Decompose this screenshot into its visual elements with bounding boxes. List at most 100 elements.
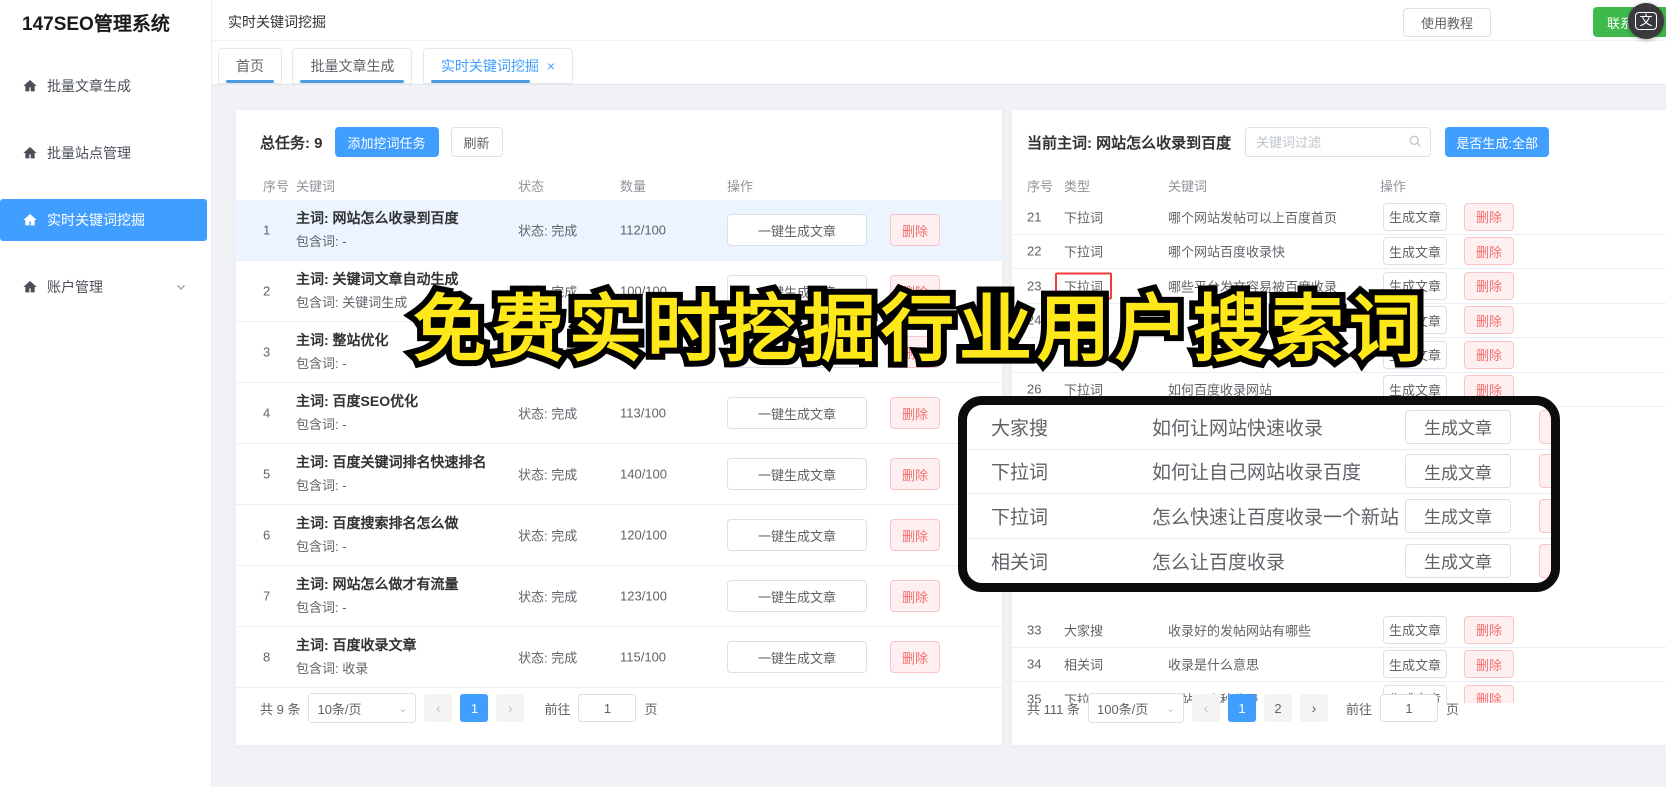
delete-button[interactable]: 删除 [890,519,940,551]
prev-page-button[interactable]: ‹ [424,694,453,722]
page-number-button[interactable]: 1 [1227,694,1256,722]
generate-article-button[interactable]: 生成文章 [1405,498,1511,533]
chevron-down-icon: ⌄ [398,702,408,715]
total-count-label: 共 111 条 [1027,701,1080,717]
row-status: 状态: 完成 [518,467,578,483]
generate-article-button[interactable]: 生成文章 [1405,543,1511,578]
row-keyword: 哪个网站百度收录快 [1168,244,1286,260]
translate-glyph: 文 [1635,12,1657,30]
task-list-panel: 总任务: 9 添加挖词任务 刷新 序号 关键词 状态 数量 操作 1 主词: 网… [236,110,1002,745]
generate-article-button[interactable]: 一键生成文章 [727,580,867,612]
page-size-select[interactable]: 10条/页 ⌄ [308,693,417,723]
current-main-keyword-label: 当前主词: 网站怎么收录到百度 [1027,134,1232,152]
next-page-button[interactable]: › [496,694,525,722]
delete-button[interactable]: 删除 [890,580,940,612]
delete-button[interactable]: 删除 [1464,271,1514,300]
delete-button[interactable]: 删除 [1539,498,1551,533]
delete-button[interactable]: 删除 [890,458,940,490]
promo-banner: 免费实时挖掘行业用户搜索词 免费实时挖掘行业用户搜索词 [407,283,1428,375]
delete-button[interactable]: 删除 [1539,409,1551,444]
delete-button[interactable]: 删除 [1464,615,1514,644]
tab-bar: 首页 批量文章生成 实时关键词挖掘 × [212,41,1666,85]
prev-page-button[interactable]: ‹ [1191,694,1220,722]
row-keyword: 收录是什么意思 [1168,657,1260,673]
keyword-filter-input[interactable] [1245,127,1432,157]
row-index: 34 [1027,656,1042,672]
table-row[interactable]: 5 主词: 百度关键词排名快速排名 包含词: - 状态: 完成 140/100 … [236,444,1002,505]
include-keyword: 包含词: - [296,539,347,554]
table-row[interactable]: 21 下拉词 哪个网站发帖可以上百度首页 生成文章 删除 [1012,200,1666,235]
task-list-header: 总任务: 9 添加挖词任务 刷新 [260,127,503,157]
col-count: 数量 [620,179,647,194]
generate-article-button[interactable]: 生成文章 [1383,615,1447,644]
tab-keyword-mining[interactable]: 实时关键词挖掘 × [422,48,574,84]
home-icon [23,214,37,226]
table-row[interactable]: 6 主词: 百度搜索排名怎么做 包含词: - 状态: 完成 120/100 一键… [236,505,1002,566]
goto-page-input[interactable] [1380,694,1438,722]
generate-article-button[interactable]: 一键生成文章 [727,397,867,429]
generate-article-button[interactable]: 生成文章 [1405,454,1511,489]
close-icon[interactable]: × [547,58,555,74]
tab-home[interactable]: 首页 [218,48,282,84]
table-row[interactable]: 34 相关词 收录是什么意思 生成文章 删除 [1012,648,1666,682]
page-number-button[interactable]: 2 [1263,694,1292,722]
row-index: 3 [263,344,271,360]
sidebar-item-article-generate[interactable]: 批量文章生成 [0,65,207,107]
table-row[interactable]: 22 下拉词 哪个网站百度收录快 生成文章 删除 [1012,235,1666,269]
row-type: 下拉词 [1064,210,1104,226]
row-keyword: 怎么让百度收录 [1152,552,1286,574]
sidebar-item-keyword-mining[interactable]: 实时关键词挖掘 [0,199,207,241]
delete-button[interactable]: 删除 [1464,650,1514,679]
sidebar-item-account[interactable]: 账户管理 [0,266,207,308]
home-icon [23,147,37,159]
delete-button[interactable]: 删除 [1539,454,1551,489]
sidebar: 147SEO管理系统 批量文章生成 批量站点管理 实时关键词挖掘 账户管理 [0,0,212,787]
delete-button[interactable]: 删除 [1464,237,1514,266]
page-number-button[interactable]: 1 [460,694,489,722]
delete-button[interactable]: 删除 [890,214,940,246]
delete-button[interactable]: 删除 [1464,340,1514,369]
sidebar-item-site-manage[interactable]: 批量站点管理 [0,132,207,174]
table-row[interactable]: 33 大家搜 收录好的发帖网站有哪些 生成文章 删除 [1012,613,1666,648]
delete-button[interactable]: 删除 [1464,202,1514,231]
generate-article-button[interactable]: 一键生成文章 [727,519,867,551]
delete-button[interactable]: 删除 [1464,306,1514,335]
tutorial-button[interactable]: 使用教程 [1403,8,1491,37]
main-keyword: 主词: 网站怎么收录到百度 [296,210,459,226]
table-row[interactable]: 4 主词: 百度SEO优化 包含词: - 状态: 完成 113/100 一键生成… [236,383,1002,444]
row-count: 112/100 [620,222,667,238]
next-page-button[interactable]: › [1299,694,1328,722]
tab-article-generate[interactable]: 批量文章生成 [292,48,413,84]
sidebar-item-label: 批量文章生成 [47,78,131,94]
row-keyword-cell: 主词: 百度收录文章 包含词: 收录 [296,635,524,679]
table-row[interactable]: 8 主词: 百度收录文章 包含词: 收录 状态: 完成 115/100 一键生成… [236,627,1002,688]
page-size-select[interactable]: 100条/页 ⌄ [1087,693,1184,723]
col-keyword: 关键词 [296,179,336,194]
generate-article-button[interactable]: 生成文章 [1383,237,1447,266]
row-status: 状态: 完成 [518,528,578,544]
generate-article-button[interactable]: 生成文章 [1405,409,1511,444]
generate-article-button[interactable]: 生成文章 [1383,650,1447,679]
goto-page-input[interactable] [578,694,637,722]
generate-article-button[interactable]: 一键生成文章 [727,214,867,246]
translate-widget-icon[interactable]: 文 [1628,3,1664,39]
main-keyword: 主词: 网站怎么做才有流量 [296,576,459,592]
delete-button[interactable]: 删除 [890,397,940,429]
delete-button[interactable]: 删除 [890,641,940,673]
row-index: 22 [1027,243,1042,259]
delete-button[interactable]: 删除 [1539,543,1551,578]
generate-article-button[interactable]: 一键生成文章 [727,458,867,490]
add-task-button[interactable]: 添加挖词任务 [334,127,439,157]
row-index: 5 [263,466,271,482]
generate-article-button[interactable]: 生成文章 [1383,202,1447,231]
delete-button[interactable]: 删除 [1464,684,1514,703]
task-table-body: 1 主词: 网站怎么收录到百度 包含词: - 状态: 完成 112/100 一键… [236,200,1002,688]
row-status: 状态: 完成 [518,406,578,422]
generate-all-button[interactable]: 是否生成:全部 [1445,127,1550,157]
table-row[interactable]: 1 主词: 网站怎么收录到百度 包含词: - 状态: 完成 112/100 一键… [236,200,1002,261]
total-tasks-label: 总任务: 9 [260,134,323,152]
refresh-button[interactable]: 刷新 [450,127,503,157]
table-row[interactable]: 7 主词: 网站怎么做才有流量 包含词: - 状态: 完成 123/100 一键… [236,566,1002,627]
row-index: 33 [1027,622,1042,638]
generate-article-button[interactable]: 一键生成文章 [727,641,867,673]
